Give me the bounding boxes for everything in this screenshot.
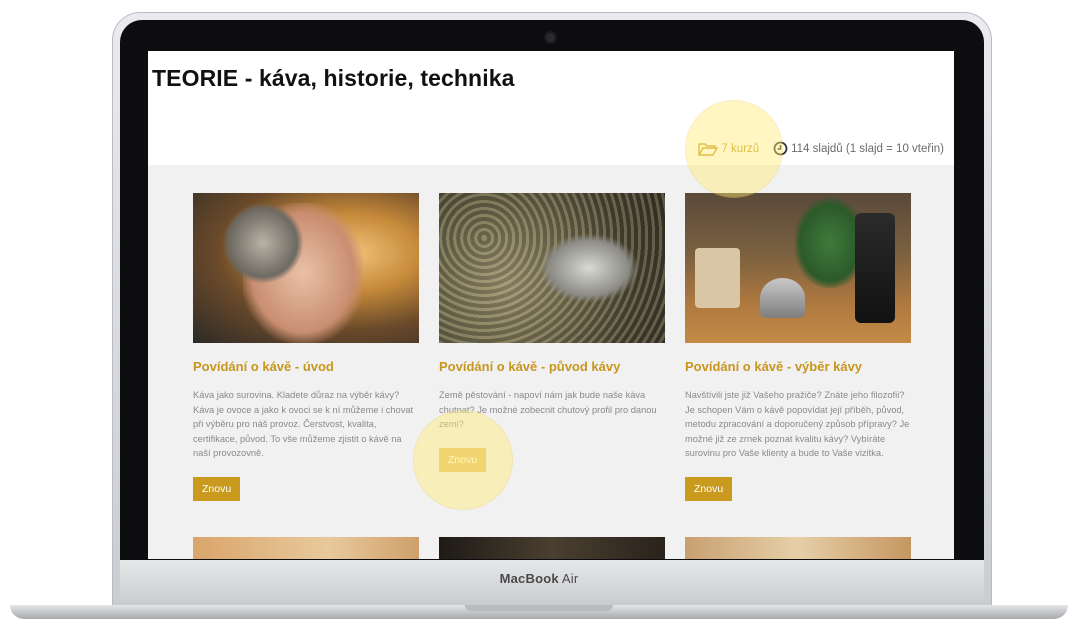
course-image[interactable] xyxy=(439,193,665,343)
again-button[interactable]: Znovu xyxy=(685,476,733,501)
course-image-partial[interactable] xyxy=(193,537,419,559)
slides-count: 114 slajdů (1 slajd = 10 vteřin) xyxy=(791,142,944,155)
device-label: MacBook Air xyxy=(0,571,1078,586)
grinder-shape xyxy=(855,213,895,323)
course-image[interactable] xyxy=(685,193,911,343)
bag-shape xyxy=(695,248,740,308)
device-brand: MacBook xyxy=(499,571,559,586)
laptop-notch xyxy=(465,605,613,611)
screen: TEORIE - káva, historie, technika 7 kurz… xyxy=(148,51,954,559)
course-title[interactable]: Povídání o kávě - původ kávy xyxy=(439,359,665,374)
course-grid: Povídání o kávě - úvod Káva jako surovin… xyxy=(148,165,954,559)
course-description: Navštívili jste již Vašeho pražiče? Znát… xyxy=(685,390,910,458)
course-card: Povídání o kávě - výběr kávy Navštívili … xyxy=(685,193,911,501)
course-image-partial[interactable] xyxy=(685,537,911,559)
camera-icon xyxy=(546,33,555,42)
jar-shape xyxy=(223,203,303,283)
course-card: Povídání o kávě - úvod Káva jako surovin… xyxy=(193,193,419,501)
course-title[interactable]: Povídání o kávě - úvod xyxy=(193,359,419,374)
click-highlight xyxy=(686,101,782,197)
kettle-shape xyxy=(760,278,805,318)
scoop-shape xyxy=(539,233,639,303)
course-image-partial[interactable] xyxy=(439,537,665,559)
slides-info: 114 slajdů (1 slajd = 10 vteřin) xyxy=(773,141,944,156)
device-model: Air xyxy=(561,571,579,586)
page-title: TEORIE - káva, historie, technika xyxy=(152,65,515,91)
course-description: Káva jako surovina. Kladete důraz na výb… xyxy=(193,390,414,458)
click-highlight xyxy=(414,411,512,509)
course-title[interactable]: Povídání o kávě - výběr kávy xyxy=(685,359,911,374)
course-image[interactable] xyxy=(193,193,419,343)
page-header: TEORIE - káva, historie, technika 7 kurz… xyxy=(148,51,954,165)
again-button[interactable]: Znovu xyxy=(193,476,241,501)
